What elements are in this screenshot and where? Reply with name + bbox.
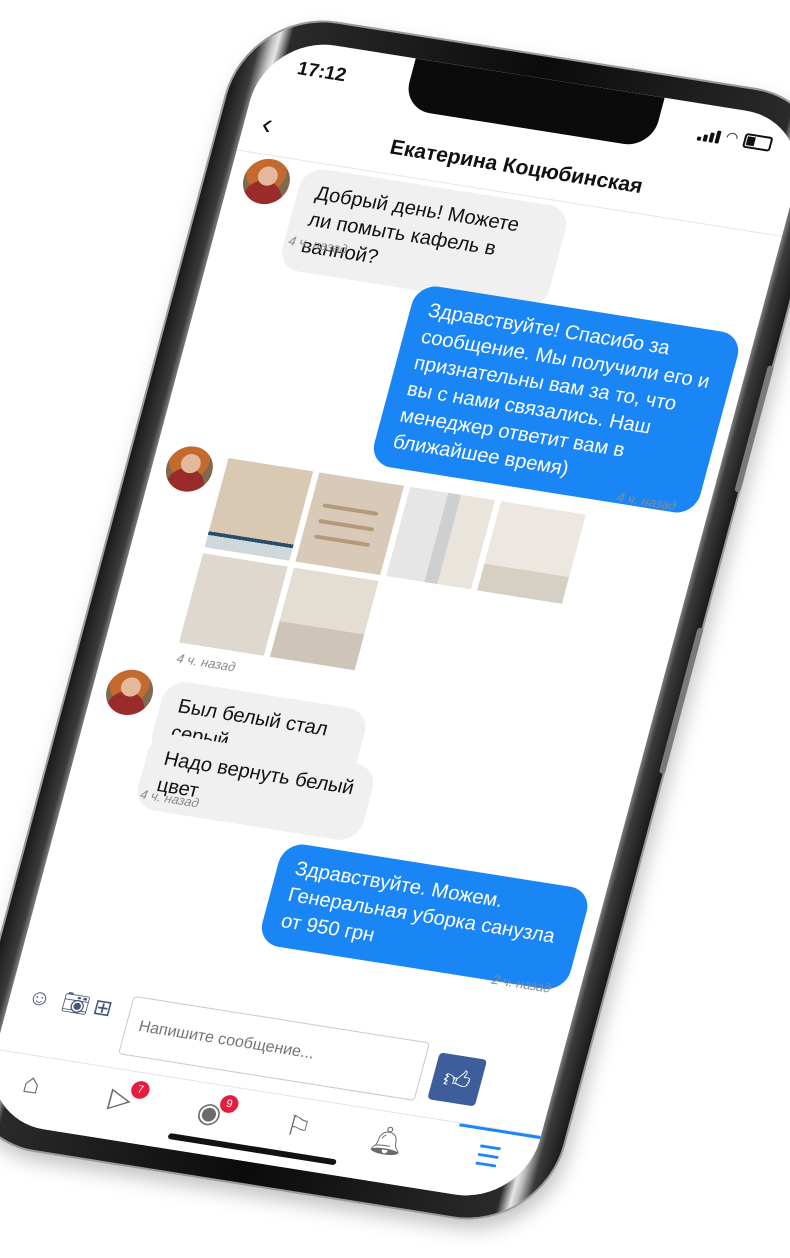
- phone-screen: 17:12 ◠ ‹ Екатерина Коцюбинская Добрый д…: [0, 34, 790, 1206]
- notification-badge: 7: [129, 1079, 152, 1101]
- status-time: 17:12: [294, 58, 349, 87]
- tab-notifications[interactable]: 🔔︎: [349, 1120, 421, 1178]
- status-icons: ◠: [696, 124, 774, 152]
- signal-icon: [696, 128, 722, 144]
- home-icon: ⌂: [19, 1067, 45, 1100]
- phone-device: 17:12 ◠ ‹ Екатерина Коцюбинская Добрый д…: [0, 9, 790, 1231]
- tab-home[interactable]: ⌂: [0, 1064, 66, 1122]
- tab-video[interactable]: ▷ 7: [82, 1078, 154, 1136]
- message-timestamp: 4 ч. назад: [174, 650, 238, 675]
- message-list[interactable]: Добрый день! Можете ли помыть кафель в в…: [22, 153, 781, 1036]
- attachment-icon[interactable]: ⊞: [90, 994, 116, 1022]
- like-button[interactable]: 👍︎: [427, 1052, 488, 1107]
- avatar[interactable]: [100, 666, 159, 719]
- thumbs-up-icon: 👍︎: [440, 1062, 475, 1096]
- tab-menu[interactable]: ☰: [450, 1136, 522, 1194]
- avatar[interactable]: [237, 155, 296, 208]
- flag-icon: ⚐: [281, 1109, 315, 1144]
- outgoing-message: Здравствуйте. Можем. Генеральная уборка …: [256, 841, 593, 993]
- camera-icon[interactable]: 📷︎: [59, 989, 93, 1019]
- emoji-icon[interactable]: ☺: [25, 984, 54, 1013]
- avatar[interactable]: [160, 443, 219, 495]
- battery-icon: [741, 132, 774, 152]
- outgoing-message: Здравствуйте! Спасибо за сообщение. Мы п…: [368, 283, 744, 516]
- wifi-icon: ◠: [724, 128, 741, 146]
- bell-icon: 🔔︎: [365, 1122, 409, 1159]
- hamburger-menu-icon: ☰: [471, 1139, 505, 1174]
